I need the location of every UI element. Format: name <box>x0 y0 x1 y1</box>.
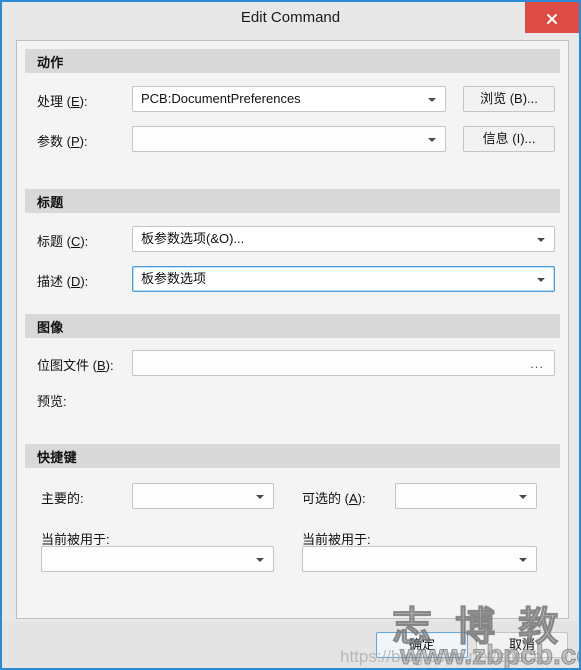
chevron-down-icon <box>537 278 545 282</box>
caption-label: 标题 (C): <box>37 234 89 249</box>
bitmap-file-label: 位图文件 (B): <box>37 358 114 373</box>
group-header-caption: 标题 <box>25 189 560 213</box>
group-header-caption-label: 标题 <box>37 195 64 210</box>
edit-command-dialog: Edit Command 动作 处理 (E): PCB:DocumentPref… <box>0 0 581 670</box>
chevron-down-icon <box>519 558 527 562</box>
group-header-shortcuts: 快捷键 <box>25 444 560 468</box>
process-combo[interactable]: PCB:DocumentPreferences <box>132 86 446 112</box>
primary-used-by-combo[interactable] <box>41 546 274 572</box>
description-combo[interactable]: 板参数选项 <box>132 266 555 292</box>
group-header-image-label: 图像 <box>37 320 64 335</box>
dialog-footer: 确定 取消 <box>2 621 579 668</box>
caption-combo[interactable]: 板参数选项(&O)... <box>132 226 555 252</box>
chevron-down-icon <box>428 138 436 142</box>
group-header-action-label: 动作 <box>37 55 64 70</box>
alternative-shortcut-combo[interactable] <box>395 483 537 509</box>
process-combo-value: PCB:DocumentPreferences <box>141 91 301 106</box>
primary-shortcut-label: 主要的: <box>41 491 84 506</box>
chevron-down-icon <box>256 495 264 499</box>
cancel-button[interactable]: 取消 <box>476 632 568 658</box>
browse-button[interactable]: 浏览 (B)... <box>463 86 555 112</box>
preview-label: 预览: <box>37 394 67 409</box>
close-icon[interactable] <box>525 2 579 33</box>
ok-button[interactable]: 确定 <box>376 632 468 658</box>
caption-combo-value: 板参数选项(&O)... <box>141 231 245 246</box>
alternative-shortcut-label: 可选的 (A): <box>302 491 366 506</box>
ellipsis-browse-icon[interactable]: ... <box>530 356 544 372</box>
chevron-down-icon <box>256 558 264 562</box>
bitmap-file-input[interactable]: ... <box>132 350 555 376</box>
process-label: 处理 (E): <box>37 94 88 109</box>
parameters-label: 参数 (P): <box>37 134 88 149</box>
description-label: 描述 (D): <box>37 274 89 289</box>
title-bar: Edit Command <box>2 2 579 34</box>
group-header-shortcuts-label: 快捷键 <box>37 450 77 465</box>
chevron-down-icon <box>428 98 436 102</box>
primary-shortcut-combo[interactable] <box>132 483 274 509</box>
chevron-down-icon <box>519 495 527 499</box>
window-title: Edit Command <box>240 9 341 26</box>
group-header-action: 动作 <box>25 49 560 73</box>
chevron-down-icon <box>537 238 545 242</box>
alternative-used-by-combo[interactable] <box>302 546 537 572</box>
group-header-image: 图像 <box>25 314 560 338</box>
dialog-body: 动作 处理 (E): PCB:DocumentPreferences 浏览 (B… <box>16 40 569 619</box>
info-button[interactable]: 信息 (I)... <box>463 126 555 152</box>
description-combo-value: 板参数选项 <box>141 271 207 286</box>
parameters-combo[interactable] <box>132 126 446 152</box>
